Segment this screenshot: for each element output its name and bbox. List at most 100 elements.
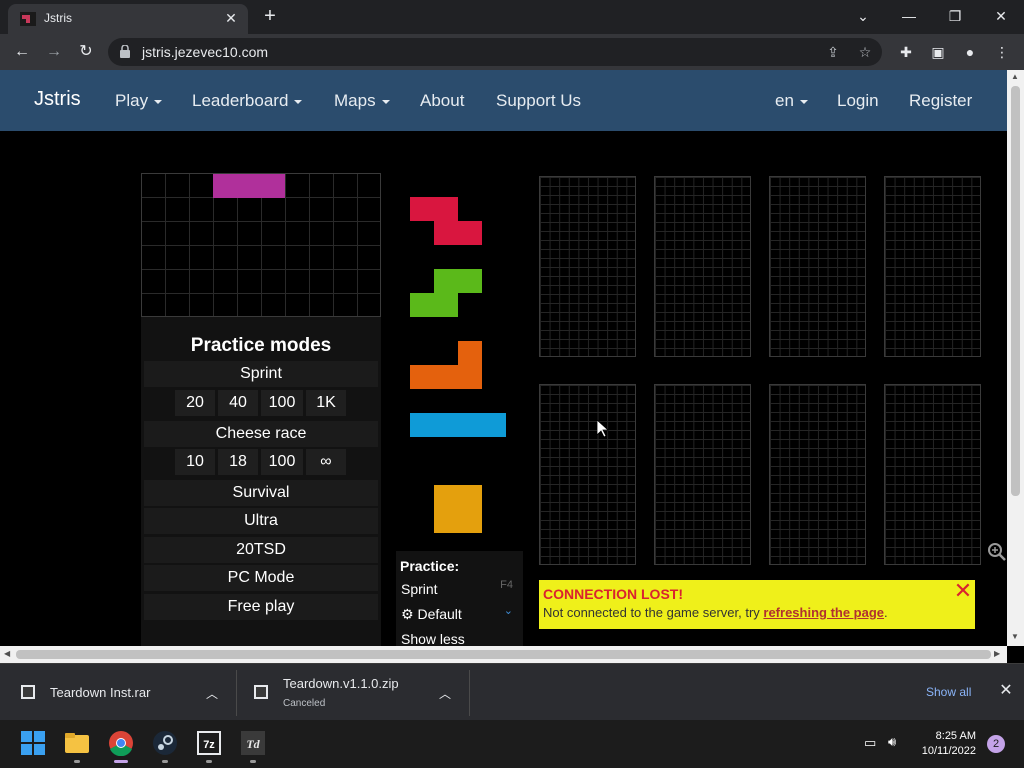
zoom-icon[interactable]: [987, 542, 1007, 562]
opponent-board: [769, 176, 866, 357]
teardown-icon[interactable]: Td: [240, 730, 266, 756]
nav-support-us[interactable]: Support Us: [496, 91, 581, 111]
vertical-scroll-thumb[interactable]: [1011, 86, 1020, 496]
running-indicator: [206, 760, 212, 763]
nav-language[interactable]: en: [775, 91, 808, 111]
show-all-downloads-button[interactable]: Show all: [926, 685, 971, 699]
20tsd-mode[interactable]: 20TSD: [144, 537, 378, 563]
scroll-left-icon[interactable]: ◀: [4, 649, 10, 658]
nav-maps-label: Maps: [334, 91, 376, 110]
minimize-icon[interactable]: —: [894, 4, 924, 28]
bookmark-star-icon[interactable]: ☆: [856, 43, 874, 61]
ultra-mode[interactable]: Ultra: [144, 508, 378, 534]
sprint-1k-button[interactable]: 1K: [306, 390, 346, 416]
side-panel-icon[interactable]: ▣: [928, 42, 948, 62]
show-less-toggle[interactable]: Show less: [401, 631, 465, 647]
url-text: jstris.jezevec10.com: [142, 44, 269, 60]
tab-close-icon[interactable]: ✕: [222, 9, 240, 27]
chrome-icon[interactable]: [108, 730, 134, 756]
new-tab-icon[interactable]: +: [258, 5, 282, 29]
extensions-icon[interactable]: ✚: [896, 42, 916, 62]
refresh-page-link[interactable]: refreshing the page: [763, 605, 884, 620]
nav-about[interactable]: About: [420, 91, 464, 111]
nav-register[interactable]: Register: [909, 91, 972, 111]
rar-file-icon: [21, 685, 35, 699]
browser-tab-strip: Jstris ✕ + ⌄ — ❐ ✕: [0, 0, 1024, 34]
zip-file-icon: [254, 685, 268, 699]
reload-icon[interactable]: ↻: [74, 40, 98, 64]
windows-start-icon[interactable]: [20, 730, 46, 756]
opponent-board: [539, 176, 636, 357]
alert-close-icon[interactable]: ✕: [953, 580, 973, 602]
mode-hotkey: F4: [500, 579, 513, 591]
chevron-up-icon[interactable]: ︿: [206, 685, 218, 702]
cheese-18-button[interactable]: 18: [218, 449, 258, 475]
survival-mode[interactable]: Survival: [144, 480, 378, 506]
jstris-favicon-icon: [20, 12, 36, 26]
tab-search-icon[interactable]: ⌄: [848, 4, 878, 28]
browser-menu-icon[interactable]: ⋮: [992, 42, 1012, 62]
window-close-icon[interactable]: ✕: [986, 4, 1016, 28]
cheese-infinite-button[interactable]: ∞: [306, 449, 346, 475]
vertical-scrollbar[interactable]: ▲ ▼: [1007, 70, 1024, 646]
download-item[interactable]: Teardown.v1.1.0.zip Canceled ︿: [253, 672, 463, 714]
share-icon[interactable]: ⇪: [824, 43, 842, 61]
nav-play[interactable]: Play: [115, 91, 163, 111]
site-navbar: Jstris Play Leaderboard Maps About Suppo…: [0, 70, 1007, 131]
opponent-board: [654, 176, 751, 357]
sprint-100-button[interactable]: 100: [261, 390, 303, 416]
cheese-10-button[interactable]: 10: [175, 449, 215, 475]
caret-down-icon: [294, 99, 303, 104]
queue-s-piece: [410, 269, 482, 317]
back-icon[interactable]: ←: [10, 40, 34, 64]
active-piece-t: [213, 174, 285, 198]
practice-modes-title: Practice modes: [190, 335, 332, 356]
sprint-mode[interactable]: Sprint: [144, 361, 378, 387]
pc-mode[interactable]: PC Mode: [144, 565, 378, 591]
chevron-down-icon[interactable]: ⌄: [504, 604, 513, 617]
horizontal-scroll-thumb[interactable]: [16, 650, 991, 659]
browser-toolbar: ← → ↻ jstris.jezevec10.com ⇪ ☆ ✚ ▣ ● ⋮: [0, 34, 1024, 70]
nav-maps[interactable]: Maps: [334, 91, 390, 111]
download-separator: [469, 670, 470, 716]
restore-icon[interactable]: ❐: [940, 4, 970, 28]
scroll-right-icon[interactable]: ▶: [994, 649, 1000, 658]
cheese-race-mode[interactable]: Cheese race: [144, 421, 378, 447]
horizontal-scrollbar[interactable]: ◀ ▶: [0, 646, 1007, 663]
notification-badge[interactable]: 2: [987, 735, 1005, 753]
preset-label: Default: [417, 606, 462, 622]
forward-icon[interactable]: →: [42, 40, 66, 64]
tab-title: Jstris: [44, 11, 72, 25]
alert-message: Not connected to the game server, try re…: [543, 605, 888, 620]
7zip-icon[interactable]: 7z: [196, 730, 222, 756]
nav-leaderboard-label: Leaderboard: [192, 91, 289, 110]
free-play-mode[interactable]: Free play: [144, 594, 378, 620]
sprint-40-button[interactable]: 40: [218, 390, 258, 416]
preset-select[interactable]: ⚙ Default: [401, 606, 462, 623]
mouse-cursor-icon: [597, 420, 609, 438]
scroll-up-icon[interactable]: ▲: [1011, 72, 1019, 81]
cheese-100-button[interactable]: 100: [261, 449, 303, 475]
file-explorer-icon[interactable]: [64, 730, 90, 756]
scroll-down-icon[interactable]: ▼: [1011, 632, 1019, 641]
profile-icon[interactable]: ●: [960, 42, 980, 62]
browser-tab[interactable]: Jstris ✕: [8, 4, 248, 34]
close-downloads-icon[interactable]: ✕: [996, 681, 1016, 701]
steam-icon[interactable]: [152, 730, 178, 756]
site-brand[interactable]: Jstris: [34, 88, 81, 111]
sprint-20-button[interactable]: 20: [175, 390, 215, 416]
language-label: en: [775, 91, 794, 110]
game-board[interactable]: [141, 173, 381, 317]
download-item[interactable]: Teardown Inst.rar ︿: [20, 672, 230, 714]
connection-lost-alert: CONNECTION LOST! Not connected to the ga…: [539, 580, 975, 629]
address-bar[interactable]: jstris.jezevec10.com ⇪ ☆: [108, 38, 882, 66]
nav-play-label: Play: [115, 91, 149, 110]
system-clock[interactable]: 8:25 AM 10/11/2022: [916, 730, 976, 757]
chevron-up-icon[interactable]: ︿: [439, 685, 451, 702]
nav-login[interactable]: Login: [837, 91, 879, 111]
network-icon[interactable]: ▭: [864, 735, 876, 751]
running-indicator: [250, 760, 256, 763]
volume-icon[interactable]: 🔊︎: [888, 734, 896, 750]
opponent-board: [769, 384, 866, 565]
nav-leaderboard[interactable]: Leaderboard: [192, 91, 303, 111]
